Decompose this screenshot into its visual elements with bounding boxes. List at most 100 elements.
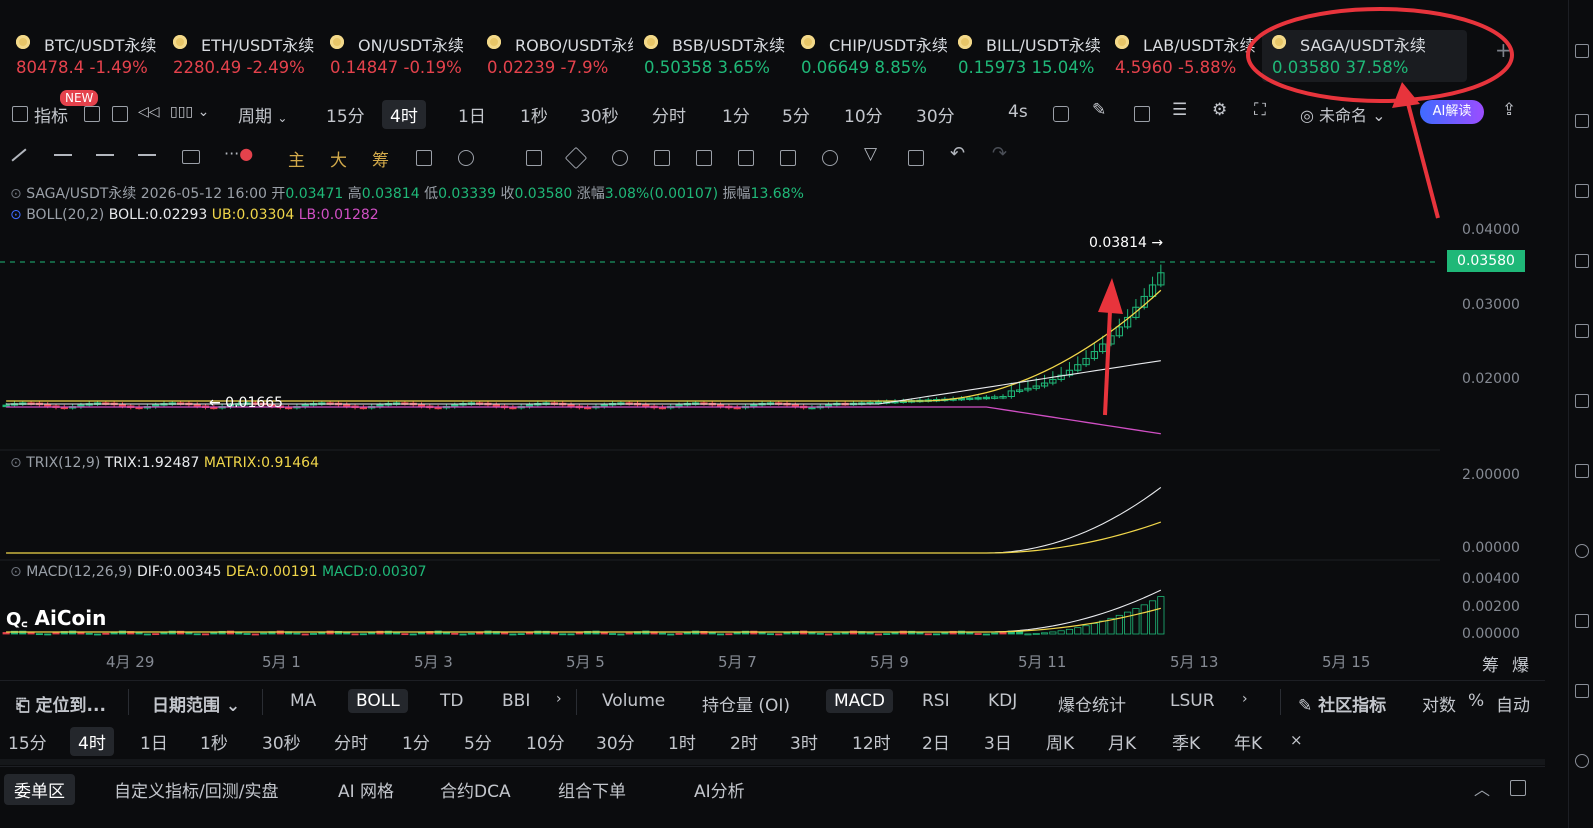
- interval-3[interactable]: 1秒: [520, 102, 548, 127]
- redo-icon[interactable]: ↷: [992, 143, 1007, 164]
- interval-bar-item-17[interactable]: 月K: [1108, 729, 1136, 754]
- percent-scale-toggle[interactable]: %: [1468, 691, 1484, 711]
- period-dropdown[interactable]: 周期 ⌄: [238, 102, 287, 127]
- bars-icon[interactable]: [696, 150, 712, 166]
- interval-bar-item-0[interactable]: 15分: [8, 729, 47, 754]
- chip-distribution-button[interactable]: 筹: [1482, 651, 1499, 676]
- alert-icon[interactable]: [1575, 324, 1589, 338]
- zoom-in-icon[interactable]: [612, 150, 628, 166]
- fullscreen-icon[interactable]: ⛶: [1254, 100, 1266, 120]
- measure-icon[interactable]: [458, 150, 474, 166]
- chevron-up-icon[interactable]: ︿: [1474, 776, 1490, 800]
- bottom-tab-0[interactable]: 委单区: [4, 774, 75, 805]
- undo-icon[interactable]: ↶: [950, 143, 965, 164]
- list-icon[interactable]: ☰: [1172, 100, 1187, 120]
- edit-note-icon[interactable]: [780, 150, 796, 166]
- interval-bar-item-19[interactable]: 年K: [1234, 729, 1262, 754]
- more-tools-icon[interactable]: ···●: [224, 144, 253, 163]
- interval-bar-item-12[interactable]: 3时: [790, 729, 818, 754]
- sub-indicator-5[interactable]: 爆仓统计: [1058, 691, 1126, 716]
- filter-icon[interactable]: ▽: [864, 144, 877, 164]
- layout-icon[interactable]: [84, 106, 100, 122]
- candlestick-chart[interactable]: [0, 180, 1440, 650]
- chip-tool[interactable]: 筹: [372, 146, 389, 171]
- interval-bar-item-2[interactable]: 1日: [140, 729, 168, 754]
- date-range-dropdown[interactable]: 日期范围 ⌄: [152, 691, 240, 716]
- bottom-tab-1[interactable]: 自定义指标/回测/实盘: [114, 777, 278, 802]
- lock-icon[interactable]: [1575, 684, 1589, 698]
- trendline-icon[interactable]: [11, 148, 27, 162]
- close-icon[interactable]: ×: [1290, 731, 1303, 749]
- interval-bar-item-14[interactable]: 2日: [922, 729, 950, 754]
- pen-icon[interactable]: ✎: [1092, 100, 1106, 120]
- chat-icon[interactable]: [1575, 464, 1589, 478]
- parallel-line-icon[interactable]: [54, 154, 72, 156]
- interval-bar-item-3[interactable]: 1秒: [200, 729, 228, 754]
- interval-bar-item-5[interactable]: 分时: [334, 729, 368, 754]
- bottom-tab-5[interactable]: AI分析: [694, 777, 745, 802]
- main-force-tool[interactable]: 主: [288, 146, 305, 171]
- main-indicator-ma[interactable]: MA: [290, 691, 316, 711]
- sub-indicator-4[interactable]: KDJ: [988, 691, 1017, 711]
- interval-bar-item-18[interactable]: 季K: [1172, 729, 1200, 754]
- locate-button[interactable]: ⎗ 定位到...: [16, 691, 106, 716]
- lock-icon[interactable]: [738, 150, 754, 166]
- ruler-icon[interactable]: [564, 146, 588, 170]
- share-icon[interactable]: ⇪: [1502, 100, 1516, 120]
- interval-bar-item-1[interactable]: 4时: [70, 727, 114, 756]
- scroll-right-icon[interactable]: ›: [556, 691, 562, 707]
- liquidation-button[interactable]: 爆: [1512, 651, 1529, 676]
- popout-icon[interactable]: [1510, 780, 1526, 796]
- panel-divider[interactable]: [0, 759, 1545, 765]
- ai-interpret-button[interactable]: AI解读: [1420, 100, 1484, 124]
- interval-bar-item-15[interactable]: 3日: [984, 729, 1012, 754]
- rewind-icon[interactable]: ◁◁: [138, 104, 160, 120]
- copy-icon[interactable]: [526, 150, 542, 166]
- news-icon[interactable]: [1575, 254, 1589, 268]
- trash-icon[interactable]: [908, 150, 924, 166]
- interval-bar-item-4[interactable]: 30秒: [262, 729, 301, 754]
- interval-6[interactable]: 1分: [722, 102, 750, 127]
- tools-icon[interactable]: [1575, 614, 1589, 628]
- interval-bar-item-13[interactable]: 12时: [852, 729, 891, 754]
- interval-bar-item-7[interactable]: 5分: [464, 729, 492, 754]
- sub-indicator-1[interactable]: 持仓量 (OI): [702, 691, 790, 716]
- window-icon[interactable]: [1134, 106, 1150, 122]
- scroll-right-icon[interactable]: ›: [1242, 691, 1248, 707]
- bottom-tab-2[interactable]: AI 网格: [338, 777, 394, 802]
- camera-icon[interactable]: [1053, 106, 1069, 122]
- big-order-tool[interactable]: 大: [330, 146, 347, 171]
- interval-1[interactable]: 4时: [382, 100, 426, 129]
- orderbook-icon[interactable]: [1575, 114, 1589, 128]
- speed-label[interactable]: 4s: [1008, 102, 1028, 122]
- interval-bar-item-11[interactable]: 2时: [730, 729, 758, 754]
- sub-indicator-6[interactable]: LSUR: [1170, 691, 1215, 711]
- layout-name-dropdown[interactable]: ◎ 未命名 ⌄: [1300, 102, 1386, 126]
- grid-icon[interactable]: [112, 106, 128, 122]
- bottom-tab-4[interactable]: 组合下单: [558, 777, 626, 802]
- horizontal-ray-icon[interactable]: [138, 154, 156, 156]
- interval-bar-item-9[interactable]: 30分: [596, 729, 635, 754]
- phone-icon[interactable]: [1575, 184, 1589, 198]
- main-indicator-boll[interactable]: BOLL: [348, 689, 408, 713]
- interval-bar-item-6[interactable]: 1分: [402, 729, 430, 754]
- main-indicator-td[interactable]: TD: [440, 691, 463, 711]
- calendar-icon[interactable]: [1575, 394, 1589, 408]
- rectangle-icon[interactable]: [182, 150, 200, 164]
- magnet-icon[interactable]: [822, 150, 838, 166]
- sub-indicator-0[interactable]: Volume: [602, 691, 665, 711]
- log-scale-toggle[interactable]: 对数: [1422, 691, 1456, 716]
- interval-0[interactable]: 15分: [326, 102, 365, 127]
- indicator-button[interactable]: 指标: [34, 102, 68, 127]
- watchlist-icon[interactable]: [1575, 44, 1589, 58]
- horizontal-lines-icon[interactable]: [96, 154, 114, 156]
- interval-bar-item-10[interactable]: 1时: [668, 729, 696, 754]
- gear-icon[interactable]: ⚙: [1212, 100, 1227, 120]
- help-icon[interactable]: [1575, 544, 1589, 558]
- calc-icon[interactable]: [416, 150, 432, 166]
- eraser-icon[interactable]: [654, 150, 670, 166]
- sub-indicator-2[interactable]: MACD: [826, 689, 893, 713]
- interval-8[interactable]: 10分: [844, 102, 883, 127]
- interval-4[interactable]: 30秒: [580, 102, 619, 127]
- support-icon[interactable]: [1575, 754, 1589, 768]
